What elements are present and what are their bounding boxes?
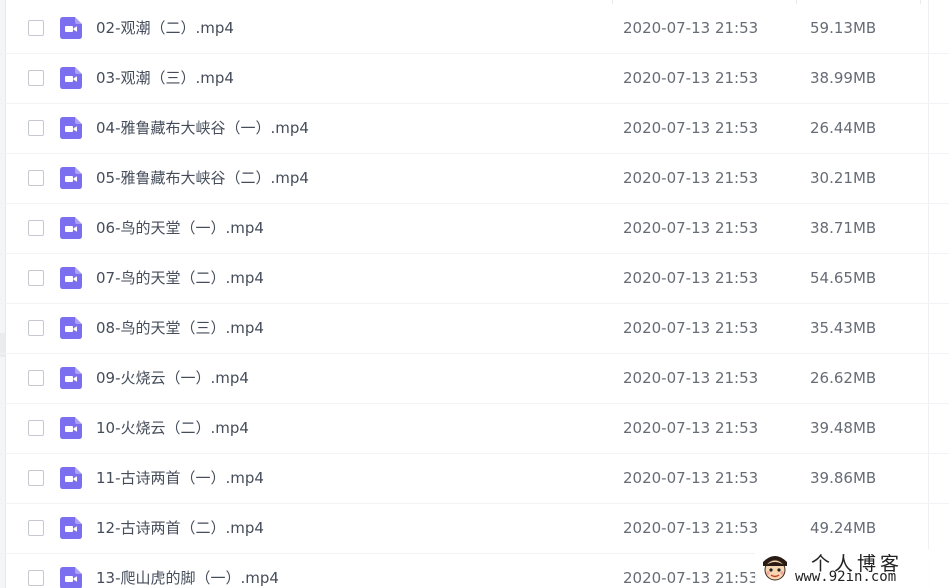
file-name[interactable]: 08-鸟的天堂（三）.mp4 xyxy=(96,319,264,338)
row-checkbox[interactable] xyxy=(28,270,44,286)
file-date: 2020-07-13 21:53 xyxy=(623,519,759,537)
file-name[interactable]: 11-古诗两首（一）.mp4 xyxy=(96,469,264,488)
file-size: 49.24MB xyxy=(810,519,877,537)
row-checkbox[interactable] xyxy=(28,520,44,536)
file-row[interactable]: 05-雅鲁藏布大峡谷（二）.mp4 2020-07-13 21:53 30.21MB xyxy=(0,154,949,204)
file-name[interactable]: 05-雅鲁藏布大峡谷（二）.mp4 xyxy=(96,169,309,188)
video-file-icon xyxy=(60,267,82,289)
file-row[interactable]: 07-鸟的天堂（二）.mp4 2020-07-13 21:53 54.65MB xyxy=(0,254,949,304)
file-row[interactable]: 06-鸟的天堂（一）.mp4 2020-07-13 21:53 38.71MB xyxy=(0,204,949,254)
file-row[interactable]: 03-观潮（三）.mp4 2020-07-13 21:53 38.99MB xyxy=(0,54,949,104)
file-list: 02-观潮（二）.mp4 2020-07-13 21:53 59.13MB 03-观潮… xyxy=(0,4,949,588)
video-file-icon xyxy=(60,317,82,339)
file-row[interactable]: 08-鸟的天堂（三）.mp4 2020-07-13 21:53 35.43MB xyxy=(0,304,949,354)
file-date: 2020-07-13 21:53 xyxy=(623,69,759,87)
row-checkbox[interactable] xyxy=(28,20,44,36)
file-date: 2020-07-13 21:53 xyxy=(623,319,759,337)
file-size: 59.13MB xyxy=(810,19,877,37)
file-name[interactable]: 09-火烧云（一）.mp4 xyxy=(96,369,249,388)
file-size: 38.71MB xyxy=(810,219,877,237)
file-date: 2020-07-13 21:53 xyxy=(623,369,759,387)
video-file-icon xyxy=(60,467,82,489)
file-row[interactable]: 04-雅鲁藏布大峡谷（一）.mp4 2020-07-13 21:53 26.44MB xyxy=(0,104,949,154)
file-size: 26.62MB xyxy=(810,369,877,387)
file-row[interactable]: 09-火烧云（一）.mp4 2020-07-13 21:53 26.62MB xyxy=(0,354,949,404)
file-name[interactable]: 13-爬山虎的脚（一）.mp4 xyxy=(96,569,279,588)
video-file-icon xyxy=(60,217,82,239)
video-file-icon xyxy=(60,67,82,89)
video-file-icon xyxy=(60,517,82,539)
file-date: 2020-07-13 21:53 xyxy=(623,419,759,437)
video-file-icon xyxy=(60,567,82,588)
row-checkbox[interactable] xyxy=(28,70,44,86)
file-date: 2020-07-13 21:53 xyxy=(623,169,759,187)
row-checkbox[interactable] xyxy=(28,120,44,136)
file-name[interactable]: 06-鸟的天堂（一）.mp4 xyxy=(96,219,264,238)
video-file-icon xyxy=(60,167,82,189)
file-row[interactable]: 02-观潮（二）.mp4 2020-07-13 21:53 59.13MB xyxy=(0,4,949,54)
watermark-url: www.92in.com xyxy=(795,569,897,585)
file-date: 2020-07-13 21:53 xyxy=(623,269,759,287)
file-row[interactable]: 12-古诗两首（二）.mp4 2020-07-13 21:53 49.24MB xyxy=(0,504,949,554)
row-checkbox[interactable] xyxy=(28,170,44,186)
row-checkbox[interactable] xyxy=(28,570,44,586)
file-date: 2020-07-13 21:53 xyxy=(623,469,759,487)
file-name[interactable]: 04-雅鲁藏布大峡谷（一）.mp4 xyxy=(96,119,309,138)
file-date: 2020-07-13 21:53 xyxy=(623,119,759,137)
file-name[interactable]: 03-观潮（三）.mp4 xyxy=(96,69,234,88)
file-size: 35.43MB xyxy=(810,319,877,337)
file-row[interactable]: 11-古诗两首（一）.mp4 2020-07-13 21:53 39.86MB xyxy=(0,454,949,504)
file-name[interactable]: 02-观潮（二）.mp4 xyxy=(96,19,234,38)
row-checkbox[interactable] xyxy=(28,370,44,386)
file-row[interactable]: 10-火烧云（二）.mp4 2020-07-13 21:53 39.48MB xyxy=(0,404,949,454)
file-name[interactable]: 07-鸟的天堂（二）.mp4 xyxy=(96,269,264,288)
row-checkbox[interactable] xyxy=(28,470,44,486)
row-checkbox[interactable] xyxy=(28,220,44,236)
file-name[interactable]: 12-古诗两首（二）.mp4 xyxy=(96,519,264,538)
video-file-icon xyxy=(60,17,82,39)
file-date: 2020-07-13 21:53 xyxy=(623,569,759,587)
watermark: 个人博客 www.92in.com xyxy=(755,549,949,588)
video-file-icon xyxy=(60,367,82,389)
file-date: 2020-07-13 21:53 xyxy=(623,19,759,37)
video-file-icon xyxy=(60,417,82,439)
cartoon-face-icon xyxy=(763,556,787,581)
file-name[interactable]: 10-火烧云（二）.mp4 xyxy=(96,419,249,438)
file-size: 54.65MB xyxy=(810,269,877,287)
file-size: 38.99MB xyxy=(810,69,877,87)
file-size: 30.21MB xyxy=(810,169,877,187)
file-size: 39.48MB xyxy=(810,419,877,437)
file-list-page: 02-观潮（二）.mp4 2020-07-13 21:53 59.13MB 03-观潮… xyxy=(0,0,949,588)
row-checkbox[interactable] xyxy=(28,420,44,436)
file-size: 39.86MB xyxy=(810,469,877,487)
video-file-icon xyxy=(60,117,82,139)
file-date: 2020-07-13 21:53 xyxy=(623,219,759,237)
file-size: 26.44MB xyxy=(810,119,877,137)
row-checkbox[interactable] xyxy=(28,320,44,336)
